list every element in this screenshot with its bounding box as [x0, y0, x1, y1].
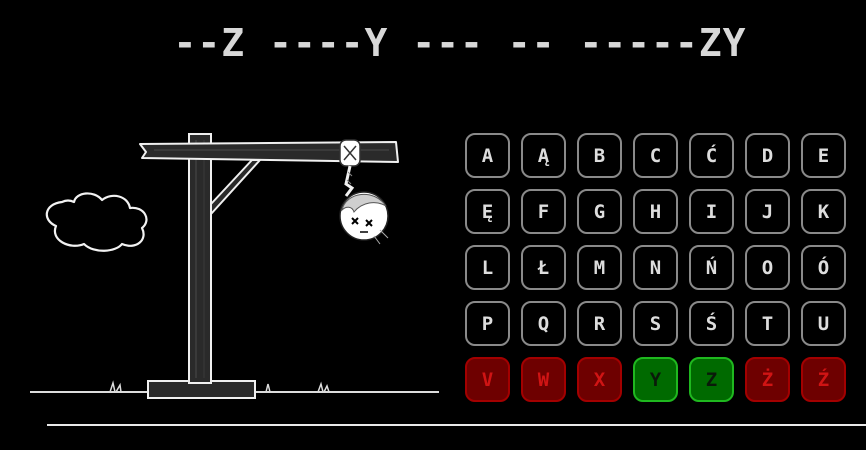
- letter-key[interactable]: W: [521, 357, 566, 402]
- letter-key[interactable]: Ć: [689, 133, 734, 178]
- letter-key[interactable]: E: [801, 133, 846, 178]
- letter-key[interactable]: H: [633, 189, 678, 234]
- cloud-icon: [45, 192, 148, 252]
- letter-key[interactable]: Ó: [801, 245, 846, 290]
- letter-key[interactable]: Ź: [801, 357, 846, 402]
- letter-key[interactable]: R: [577, 301, 622, 346]
- letter-key[interactable]: Ń: [689, 245, 734, 290]
- letter-key[interactable]: C: [633, 133, 678, 178]
- letter-key[interactable]: Ż: [745, 357, 790, 402]
- letter-key[interactable]: U: [801, 301, 846, 346]
- gallows-post: [188, 133, 212, 384]
- letter-key[interactable]: L: [465, 245, 510, 290]
- letter-key[interactable]: J: [745, 189, 790, 234]
- letter-key[interactable]: Q: [521, 301, 566, 346]
- letter-key[interactable]: Ą: [521, 133, 566, 178]
- letter-key[interactable]: T: [745, 301, 790, 346]
- letter-key[interactable]: N: [633, 245, 678, 290]
- rope: [344, 165, 355, 197]
- hanged-head: [339, 191, 389, 245]
- letter-key[interactable]: X: [577, 357, 622, 402]
- letter-key[interactable]: S: [633, 301, 678, 346]
- letter-key[interactable]: A: [465, 133, 510, 178]
- letter-key[interactable]: M: [577, 245, 622, 290]
- letter-keyboard: AĄBCĆDE ĘFGHIJK LŁMNŃOÓ PQRSŚTU VWXYZŻŹ: [465, 133, 855, 402]
- letter-key[interactable]: Ł: [521, 245, 566, 290]
- letter-key[interactable]: Y: [633, 357, 678, 402]
- hangman-scene: [30, 133, 439, 399]
- letter-key[interactable]: Ę: [465, 189, 510, 234]
- letter-key[interactable]: I: [689, 189, 734, 234]
- letter-key[interactable]: D: [745, 133, 790, 178]
- letter-key[interactable]: Z: [689, 357, 734, 402]
- letter-key[interactable]: P: [465, 301, 510, 346]
- gallows-brace: [210, 159, 261, 215]
- letter-key[interactable]: F: [521, 189, 566, 234]
- letter-key[interactable]: B: [577, 133, 622, 178]
- letter-key[interactable]: K: [801, 189, 846, 234]
- letter-key[interactable]: Ś: [689, 301, 734, 346]
- bottom-divider: [47, 424, 866, 426]
- letter-key[interactable]: G: [577, 189, 622, 234]
- letter-key[interactable]: O: [745, 245, 790, 290]
- letter-key[interactable]: V: [465, 357, 510, 402]
- masked-word: --Z ----Y --- -- -----ZY: [173, 21, 747, 65]
